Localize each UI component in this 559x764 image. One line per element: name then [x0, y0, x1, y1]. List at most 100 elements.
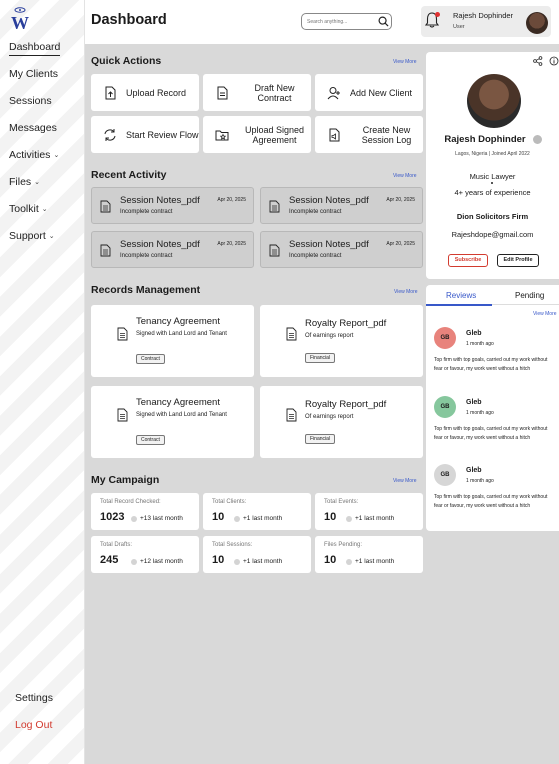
record-title: Royalty Report_pdf [305, 399, 387, 410]
upload-agreement-button[interactable]: Upload Signed Agreement [203, 116, 311, 153]
document-icon [217, 86, 228, 99]
subscribe-button[interactable]: Subscribe [448, 254, 488, 267]
logout-button[interactable]: Log Out [15, 719, 52, 731]
sidebar-item-files[interactable]: Files ⌄ [9, 176, 40, 188]
campaign-view-more[interactable]: View More [393, 478, 417, 484]
upload-record-button[interactable]: Upload Record [91, 74, 199, 111]
record-title: Tenancy Agreement [136, 397, 220, 408]
activity-title: Session Notes_pdf [289, 195, 369, 206]
activity-item[interactable]: Session Notes_pdf Apr 20, 2025 Incomplet… [260, 231, 423, 268]
review-time: 1 month ago [466, 478, 494, 484]
sidebar-item-toolkit[interactable]: Toolkit ⌄ [9, 203, 48, 215]
quick-actions-view-more[interactable]: View More [393, 59, 417, 65]
stat-value: 10 [212, 511, 225, 523]
sidebar-item-label: Messages [9, 122, 57, 134]
stat-label: Total Events: [324, 499, 359, 505]
add-user-icon [327, 86, 340, 99]
stat-label: Files Pending: [324, 542, 363, 548]
records-title: Records Management [91, 284, 201, 296]
document-icon [100, 244, 111, 257]
sidebar-item-label: Support [9, 230, 46, 242]
activity-item[interactable]: Session Notes_pdf Apr 20, 2025 Incomplet… [260, 187, 423, 224]
add-client-button[interactable]: Add New Client [315, 74, 423, 111]
sidebar-item-sessions[interactable]: Sessions [9, 95, 52, 107]
stat-value: 245 [100, 554, 119, 566]
record-desc: Of earnings report [305, 333, 354, 339]
recent-activity-view-more[interactable]: View More [393, 173, 417, 179]
document-icon [286, 327, 297, 341]
refresh-icon [104, 128, 116, 141]
avatar[interactable] [526, 12, 548, 34]
edit-profile-button[interactable]: Edit Profile [497, 254, 539, 267]
reviewer-name: Gleb [466, 399, 482, 406]
user-profile-chip[interactable]: Rajesh Dophinder User [421, 6, 551, 37]
active-tab-indicator [426, 304, 492, 306]
reviewer-name: Gleb [466, 467, 482, 474]
record-card[interactable]: Royalty Report_pdf Of earnings report Fi… [260, 386, 423, 458]
sidebar-item-dashboard[interactable]: Dashboard [9, 41, 61, 56]
records-view-more[interactable]: View More [394, 289, 418, 295]
status-dot [234, 515, 240, 522]
document-icon [286, 408, 297, 422]
logo-letter: W [11, 13, 29, 30]
review-time: 1 month ago [466, 410, 494, 416]
page-title: Dashboard [91, 12, 167, 28]
info-icon[interactable] [549, 56, 559, 66]
status-dot [131, 515, 137, 522]
activity-title: Session Notes_pdf [289, 239, 369, 250]
record-card[interactable]: Royalty Report_pdf Of earnings report Fi… [260, 305, 423, 377]
user-name: Rajesh Dophinder [453, 11, 514, 20]
record-card[interactable]: Tenancy Agreement Signed with Land Lord … [91, 305, 254, 377]
share-icon[interactable] [533, 56, 543, 66]
activity-item[interactable]: Session Notes_pdf Apr 20, 2025 Incomplet… [91, 187, 254, 224]
stat-change: +1 last month [234, 558, 282, 565]
record-desc: Signed with Land Lord and Tenant [136, 331, 227, 337]
recent-activity-title: Recent Activity [91, 169, 167, 181]
create-session-log-button[interactable]: Create New Session Log [315, 116, 423, 153]
profile-role: Music Lawyer [469, 172, 516, 181]
activity-date: Apr 20, 2025 [386, 241, 415, 247]
record-title: Royalty Report_pdf [305, 318, 387, 329]
record-desc: Of earnings report [305, 414, 354, 420]
sidebar-item-label: Files [9, 176, 32, 188]
stat-change: +13 last month [131, 515, 183, 522]
quick-action-label: Add New Client [350, 87, 413, 98]
stat-change: +1 last month [346, 515, 394, 522]
reviews-view-more[interactable]: View More [533, 311, 557, 317]
activity-item[interactable]: Session Notes_pdf Apr 20, 2025 Incomplet… [91, 231, 254, 268]
notification-dot [435, 12, 440, 17]
reviewer-avatar: GB [434, 464, 456, 486]
logo-icon[interactable]: W [8, 6, 32, 30]
sidebar-item-label: Activities [9, 149, 51, 161]
sidebar-item-settings[interactable]: Settings [15, 692, 53, 704]
stat-change-text: +13 last month [140, 515, 183, 522]
record-card[interactable]: Tenancy Agreement Signed with Land Lord … [91, 386, 254, 458]
tab-pending[interactable]: Pending [515, 291, 544, 300]
sidebar-item-activities[interactable]: Activities ⌄ [9, 149, 59, 161]
stat-value: 10 [324, 554, 337, 566]
audio-file-icon [329, 128, 340, 141]
sidebar-item-my-clients[interactable]: My Clients [9, 68, 58, 80]
quick-action-label: Upload Record [126, 87, 187, 98]
stat-card: Total Drafts: 245 +12 last month [91, 536, 199, 573]
campaign-title: My Campaign [91, 474, 160, 486]
reviewer-avatar: GB [434, 396, 456, 418]
document-icon [269, 200, 280, 213]
activity-date: Apr 20, 2025 [217, 241, 246, 247]
chevron-down-icon: ⌄ [41, 206, 48, 213]
search-icon[interactable] [378, 16, 389, 27]
tab-reviews[interactable]: Reviews [446, 291, 476, 300]
sidebar-item-label: Dashboard [9, 41, 61, 53]
stat-change-text: +1 last month [355, 515, 395, 522]
sidebar-item-messages[interactable]: Messages [9, 122, 57, 134]
profile-location: Lagos, Nigeria | Joined April 2022 [455, 151, 530, 157]
chevron-down-icon: ⌄ [53, 152, 60, 159]
bullet-dot [491, 182, 493, 184]
draft-contract-button[interactable]: Draft New Contract [203, 74, 311, 111]
quick-actions-title: Quick Actions [91, 55, 162, 67]
start-review-button[interactable]: Start Review Flow [91, 116, 199, 153]
user-role: User [453, 24, 465, 30]
reviewer-avatar: GB [434, 327, 456, 349]
review-text: Top firm with top goals, carried out my … [434, 426, 548, 441]
sidebar-item-support[interactable]: Support ⌄ [9, 230, 55, 242]
